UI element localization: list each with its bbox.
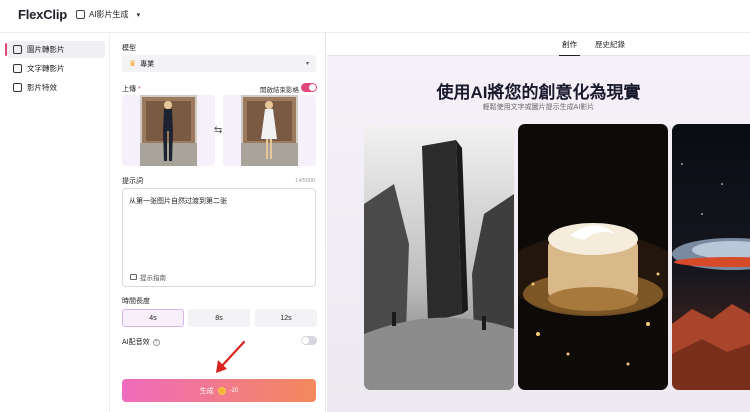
flexclip-logo[interactable]: FlexClip	[18, 7, 67, 22]
tab-history[interactable]: 歷史紀錄	[595, 39, 625, 50]
prompt-label: 提示詞	[122, 178, 143, 185]
ai-audio-toggle[interactable]	[301, 336, 317, 345]
ai-audio-label-text: AI配音效	[122, 339, 150, 346]
prompt-textarea[interactable]: 从第一张图片自然过渡到第二张 提示指南	[122, 188, 316, 287]
chevron-down-icon: ▾	[305, 61, 309, 67]
sidebar-item-video-effects[interactable]: 影片特效	[7, 79, 105, 96]
end-frame-image	[241, 95, 298, 166]
duration-option-12s[interactable]: 12s	[255, 309, 317, 327]
sidebar-item-label: 圖片轉影片	[27, 45, 65, 54]
start-frame-photo	[140, 95, 197, 166]
end-frame-label: 開啟結束影格	[260, 87, 299, 94]
chevron-down-icon: ▾	[136, 11, 141, 19]
text-video-icon	[13, 64, 22, 73]
model-select[interactable]: ♛ 專業 ▾	[122, 55, 316, 72]
duration-label: 時間長度	[122, 298, 150, 305]
book-icon	[130, 274, 137, 280]
breadcrumb[interactable]: AI影片生成 ▾	[76, 9, 140, 20]
sidebar-item-image-to-video[interactable]: 圖片轉影片	[5, 41, 105, 58]
tab-bar: 創作 歷史紀錄	[327, 33, 750, 57]
hero-title: 使用AI將您的創意化為現實	[436, 83, 641, 102]
sidebar-item-label: 影片特效	[27, 83, 57, 92]
breadcrumb-label: AI影片生成	[89, 10, 129, 19]
start-frame-image	[140, 95, 197, 166]
image-video-icon	[13, 45, 22, 54]
hero-subtitle: 輕鬆使用文字或圖片提示生成AI影片	[482, 104, 595, 111]
credit-coin-icon	[217, 386, 226, 395]
annotation-arrow-icon	[216, 340, 246, 373]
required-mark: *	[137, 86, 141, 93]
top-bar: FlexClip AI影片生成 ▾	[0, 0, 750, 33]
tab-create[interactable]: 創作	[559, 39, 580, 57]
prompt-guide-link[interactable]: 提示指南	[130, 272, 166, 282]
upload-label: 上傳 *	[122, 84, 141, 94]
logo-text: FlexClip	[18, 7, 67, 22]
model-value: 專業	[140, 60, 155, 68]
prompt-value: 从第一张图片自然过渡到第二张	[129, 198, 227, 205]
end-frame-photo	[241, 95, 298, 166]
sidebar-item-text-to-video[interactable]: 文字轉影片	[7, 60, 105, 77]
video-effects-icon	[13, 83, 22, 92]
monolith-image	[364, 124, 514, 390]
left-sidebar: 圖片轉影片 文字轉影片 影片特效	[0, 33, 110, 412]
end-frame-upload[interactable]	[223, 95, 316, 166]
ufo-image	[672, 124, 750, 390]
swap-icon[interactable]: ⇆	[214, 125, 222, 136]
upload-label-text: 上傳	[122, 86, 136, 93]
help-icon[interactable]: ?	[152, 338, 160, 346]
generate-label: 生成	[199, 387, 214, 395]
showcase-card-ufo[interactable]	[672, 124, 750, 390]
end-frame-toggle[interactable]	[301, 83, 317, 92]
hero-section: 使用AI將您的創意化為現實 輕鬆使用文字或圖片提示生成AI影片	[327, 56, 750, 412]
sidebar-item-label: 文字轉影片	[27, 64, 65, 73]
showcase-card-cream-jar[interactable]	[518, 124, 668, 390]
start-frame-upload[interactable]	[122, 95, 215, 166]
crown-icon: ♛	[129, 59, 137, 68]
generate-cost: -20	[229, 387, 239, 394]
model-label: 模型	[122, 45, 136, 52]
cream-jar-image	[518, 124, 668, 390]
ai-audio-label: AI配音效 ?	[122, 337, 160, 347]
generate-button[interactable]: 生成 -20	[122, 379, 316, 402]
duration-option-8s[interactable]: 8s	[188, 309, 250, 327]
showcase-card-monolith[interactable]	[364, 124, 514, 390]
prompt-counter: 14/5000	[295, 178, 315, 184]
duration-option-4s[interactable]: 4s	[122, 309, 184, 327]
prompt-guide-label: 提示指南	[140, 275, 166, 282]
ai-video-icon	[76, 10, 85, 19]
preview-area: 創作 歷史紀錄 使用AI將您的創意化為現實 輕鬆使用文字或圖片提示生成AI影片	[327, 33, 750, 412]
